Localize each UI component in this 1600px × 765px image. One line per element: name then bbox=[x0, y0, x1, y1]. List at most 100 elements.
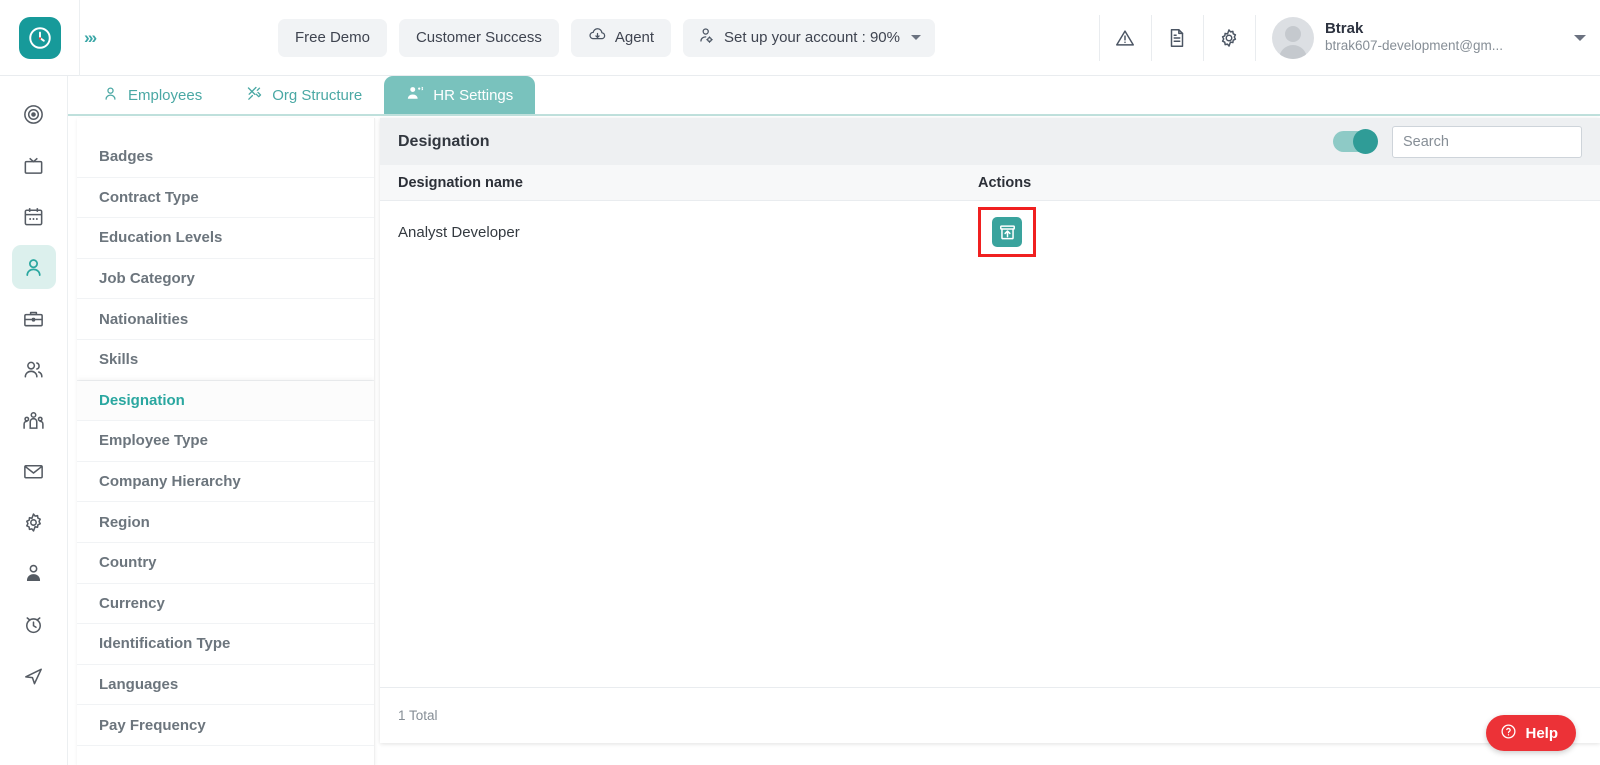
menu-item-label: Contract Type bbox=[99, 188, 199, 206]
sidebar-item-profile[interactable] bbox=[12, 551, 56, 595]
column-header-designation-name: Designation name bbox=[398, 174, 523, 191]
topbar-right-icons: Btrak btrak607-development@gm... bbox=[1098, 14, 1600, 61]
tab-hr-settings[interactable]: HR Settings bbox=[384, 76, 536, 114]
menu-item-label: Pay Frequency bbox=[99, 716, 206, 734]
menu-item-label: Nationalities bbox=[99, 310, 189, 328]
menu-item-company-hierarchy[interactable]: Company Hierarchy bbox=[77, 461, 374, 503]
menu-item-label: Badges bbox=[99, 148, 154, 166]
menu-item-currency[interactable]: Currency bbox=[77, 583, 374, 625]
help-label: Help bbox=[1525, 724, 1558, 742]
menu-item-pay-frequency[interactable]: Pay Frequency bbox=[77, 705, 374, 746]
topbar-actions: Free Demo Customer Success Agent Set up … bbox=[114, 18, 1099, 57]
content-area: Badges Contract Type Education Levels Jo… bbox=[68, 118, 1600, 765]
menu-item-label: Languages bbox=[99, 676, 179, 694]
menu-item-label: Currency bbox=[99, 594, 165, 612]
alert-triangle-icon[interactable] bbox=[1098, 14, 1151, 61]
chevron-down-icon[interactable] bbox=[911, 35, 921, 40]
menu-item-label: Identification Type bbox=[99, 635, 231, 653]
user-settings-icon bbox=[697, 26, 716, 49]
user-email: btrak607-development@gm... bbox=[1324, 38, 1503, 54]
sidebar-item-target[interactable] bbox=[12, 92, 56, 136]
gear-icon[interactable] bbox=[1202, 14, 1255, 61]
sidebar-item-timer[interactable] bbox=[12, 602, 56, 646]
top-navigation-bar: »› Free Demo Customer Success Agent Set … bbox=[0, 0, 1600, 76]
logo-zone bbox=[0, 0, 80, 76]
menu-item-badges[interactable]: Badges bbox=[77, 137, 374, 178]
free-demo-label: Free Demo bbox=[294, 29, 370, 46]
restore-upload-icon[interactable] bbox=[992, 217, 1022, 247]
sidebar-item-tv[interactable] bbox=[12, 143, 56, 187]
total-count: 1 Total bbox=[398, 708, 438, 723]
tab-employees[interactable]: Employees bbox=[80, 76, 225, 114]
table-header-row: Designation name Actions bbox=[380, 165, 1600, 201]
left-icon-rail bbox=[0, 76, 68, 765]
sidebar-item-calendar[interactable] bbox=[12, 194, 56, 238]
person-icon bbox=[102, 85, 119, 106]
customer-success-label: Customer Success bbox=[415, 29, 542, 46]
app-root: »› Free Demo Customer Success Agent Set … bbox=[0, 0, 1600, 765]
user-name: Btrak bbox=[1324, 19, 1364, 37]
sidebar-item-team[interactable] bbox=[12, 398, 56, 442]
user-account-menu[interactable]: Btrak btrak607-development@gm... bbox=[1254, 14, 1586, 61]
menu-item-country[interactable]: Country bbox=[77, 542, 374, 584]
search-input[interactable] bbox=[1392, 125, 1582, 158]
chevron-down-icon[interactable] bbox=[1574, 34, 1586, 41]
menu-item-employee-type[interactable]: Employee Type bbox=[77, 421, 374, 462]
avatar bbox=[1271, 16, 1314, 59]
table-row: Analyst Developer bbox=[380, 201, 1600, 263]
main-tab-bar: Employees Org Structure HR Settings bbox=[68, 76, 1600, 116]
menu-item-identification-type[interactable]: Identification Type bbox=[77, 624, 374, 665]
sidebar-expand-icon[interactable]: »› bbox=[80, 28, 114, 48]
cell-actions bbox=[978, 207, 1098, 257]
sidebar-item-settings[interactable] bbox=[12, 500, 56, 544]
people-gear-icon bbox=[406, 84, 424, 106]
menu-item-label: Employee Type bbox=[99, 432, 208, 450]
menu-item-skills[interactable]: Skills bbox=[77, 339, 374, 381]
customer-success-button[interactable]: Customer Success bbox=[398, 18, 559, 57]
cell-designation-name: Analyst Developer bbox=[398, 223, 520, 241]
tab-org-structure[interactable]: Org Structure bbox=[224, 76, 385, 114]
sidebar-item-send[interactable] bbox=[12, 653, 56, 697]
question-circle-icon bbox=[1500, 723, 1517, 744]
sidebar-item-employee[interactable] bbox=[11, 245, 56, 289]
tab-employees-label: Employees bbox=[128, 86, 203, 104]
menu-item-label: Education Levels bbox=[99, 229, 223, 247]
agent-button[interactable]: Agent bbox=[570, 18, 672, 57]
column-header-actions: Actions bbox=[978, 174, 1032, 191]
hr-settings-menu: Badges Contract Type Education Levels Jo… bbox=[77, 118, 375, 765]
card-footer: 1 Total bbox=[380, 687, 1600, 743]
table-body: Analyst Developer bbox=[380, 201, 1600, 687]
tab-org-structure-label: Org Structure bbox=[272, 86, 363, 104]
menu-item-education-levels[interactable]: Education Levels bbox=[77, 218, 374, 259]
designation-card: Designation Designation name Actions Ana… bbox=[380, 118, 1600, 743]
menu-item-languages[interactable]: Languages bbox=[77, 664, 374, 706]
highlight-box bbox=[978, 207, 1036, 257]
free-demo-button[interactable]: Free Demo bbox=[277, 18, 387, 57]
menu-item-contract-type[interactable]: Contract Type bbox=[77, 177, 374, 219]
card-header: Designation bbox=[380, 118, 1600, 165]
menu-item-job-category[interactable]: Job Category bbox=[77, 258, 374, 300]
sidebar-item-briefcase[interactable] bbox=[12, 296, 56, 340]
menu-item-label: Designation bbox=[99, 391, 185, 409]
tab-hr-settings-label: HR Settings bbox=[433, 86, 514, 104]
help-button[interactable]: Help bbox=[1486, 715, 1576, 751]
sidebar-item-users[interactable] bbox=[12, 347, 56, 391]
cloud-download-icon bbox=[588, 26, 607, 49]
menu-item-label: Region bbox=[99, 513, 150, 531]
menu-item-designation[interactable]: Designation bbox=[77, 380, 374, 422]
account-setup-label: Set up your account : 90% bbox=[724, 29, 900, 46]
account-setup-button[interactable]: Set up your account : 90% bbox=[683, 18, 935, 57]
clock-logo-icon[interactable] bbox=[18, 16, 61, 59]
document-icon[interactable] bbox=[1150, 14, 1203, 61]
tools-icon bbox=[246, 85, 263, 106]
menu-item-nationalities[interactable]: Nationalities bbox=[77, 299, 374, 340]
menu-item-label: Job Category bbox=[99, 270, 195, 288]
agent-label: Agent bbox=[614, 29, 655, 46]
menu-item-region[interactable]: Region bbox=[77, 502, 374, 543]
toggle-knob bbox=[1353, 129, 1378, 154]
archived-toggle[interactable] bbox=[1333, 129, 1378, 154]
sidebar-item-mail[interactable] bbox=[12, 449, 56, 493]
menu-item-label: Skills bbox=[99, 351, 139, 369]
page-title: Designation bbox=[398, 132, 490, 150]
menu-item-label: Company Hierarchy bbox=[99, 473, 241, 491]
